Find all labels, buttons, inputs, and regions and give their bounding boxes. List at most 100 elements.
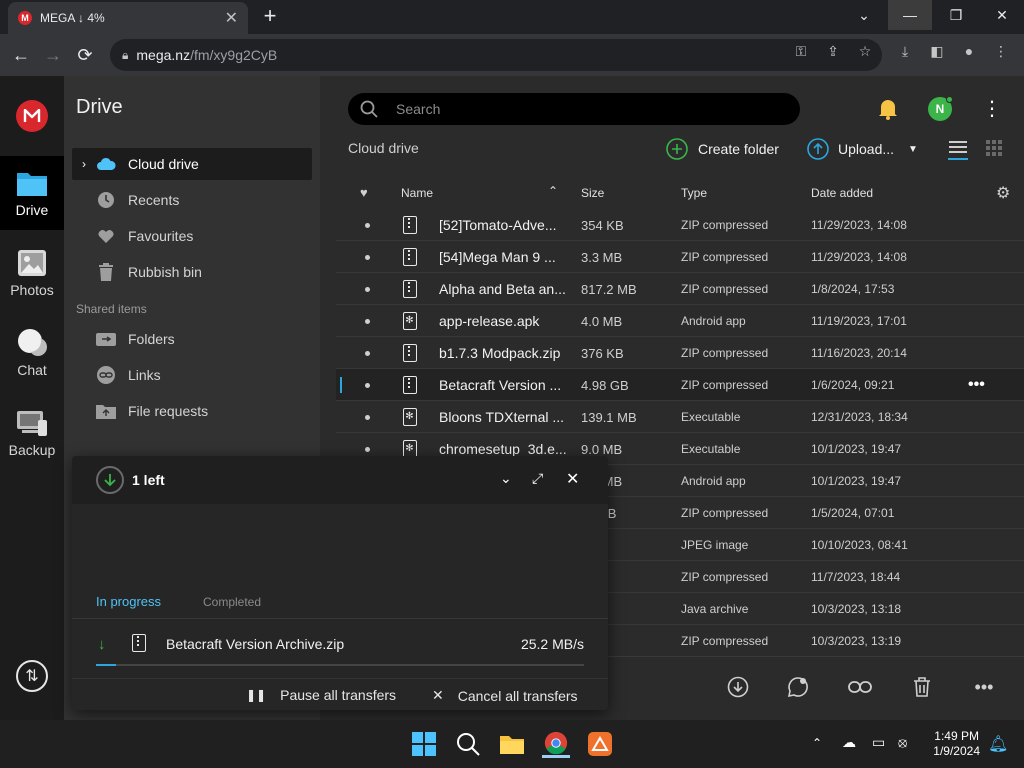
nav-item-label: Favourites [128, 228, 194, 244]
upload-label: Upload... [838, 141, 895, 157]
row-more-icon[interactable]: ••• [968, 369, 985, 401]
tab-in-progress[interactable]: In progress [96, 594, 161, 609]
row-dot-indicator[interactable] [365, 401, 370, 433]
nav-item-shared-folders[interactable]: Folders [72, 323, 312, 355]
table-row[interactable]: app-release.apk 4.0 MB Android app 11/19/20… [336, 305, 1024, 337]
row-dot-indicator[interactable] [365, 273, 370, 305]
table-row[interactable]: Betacraft Version ... 4.98 GB ZIP compress… [336, 369, 1024, 401]
show-hidden-icons-chevron-icon[interactable]: ⌃ [812, 736, 822, 750]
chrome-icon[interactable] [542, 730, 570, 758]
nav-item-favourites[interactable]: Favourites [72, 220, 312, 252]
share-chat-icon[interactable] [786, 675, 810, 699]
row-dot-indicator[interactable] [365, 305, 370, 337]
back-arrow-icon[interactable]: ← [8, 42, 34, 68]
chevron-down-icon[interactable]: ▼ [908, 144, 918, 155]
nav-item-rubbish-bin[interactable]: Rubbish bin [72, 256, 312, 288]
nav-item-file-requests[interactable]: File requests [72, 395, 312, 427]
browser-tab[interactable]: M MEGA ↓ 4% ✕ [8, 2, 248, 34]
open-transfers-icon[interactable]: ⤢ [532, 470, 543, 487]
address-bar[interactable]: 🔒︎ mega.nz/fm/xy9g2CyB [110, 39, 882, 71]
display-icon[interactable]: ▭ [872, 734, 885, 751]
profile-icon[interactable]: ● [960, 42, 978, 60]
reload-icon[interactable]: ⟳ [72, 42, 98, 68]
cloud-off-icon[interactable]: ☁ [842, 734, 856, 751]
download-icon[interactable]: ⤓ [896, 42, 914, 60]
bookmark-star-icon[interactable]: ☆ [856, 42, 874, 60]
system-clock[interactable]: 1:49 PM 1/9/2024 [933, 729, 980, 759]
transfers-status-icon[interactable]: ⇅ [16, 660, 48, 692]
pause-icon: ❚❚ [246, 688, 267, 702]
share-icon[interactable]: ⇪ [824, 42, 842, 60]
grid-view-icon[interactable] [986, 140, 1002, 156]
rail-photos[interactable]: Photos [0, 236, 64, 310]
download-circle-icon[interactable] [726, 675, 750, 699]
get-link-icon[interactable] [848, 675, 872, 699]
rail-chat[interactable]: Chat [0, 316, 64, 390]
table-row[interactable]: b1.7.3 Modpack.zip 376 KB ZIP compressed 11… [336, 337, 1024, 369]
column-settings-gear-icon[interactable]: ⚙ [996, 183, 1010, 203]
row-dot-indicator[interactable] [365, 209, 370, 241]
nav-item-links[interactable]: Links [72, 359, 312, 391]
rail-backup[interactable]: Backup [0, 396, 64, 470]
chevron-right-icon[interactable]: › [82, 157, 86, 171]
nav-item-cloud-drive[interactable]: › Cloud drive [72, 148, 312, 180]
upload-button[interactable]: Upload... ▼ [807, 136, 918, 162]
shared-folder-icon [96, 329, 116, 349]
more-menu-icon[interactable]: ⋮ [982, 98, 1002, 120]
row-dot-indicator[interactable] [365, 241, 370, 273]
file-type: ZIP compressed [681, 506, 769, 520]
cancel-all-transfers-button[interactable]: ✕ Cancel all transfers [432, 687, 578, 704]
tab-search-icon[interactable]: ⌄ [842, 0, 886, 30]
file-explorer-icon[interactable] [498, 730, 526, 758]
list-view-icon[interactable] [948, 140, 968, 160]
app-orange-icon[interactable] [586, 730, 614, 758]
search-input[interactable]: Search [348, 93, 800, 125]
column-header-name[interactable]: Name [401, 186, 433, 200]
new-tab-icon[interactable]: + [258, 4, 282, 28]
column-header-type[interactable]: Type [681, 186, 707, 200]
table-row[interactable]: Bloons TDXternal ... 139.1 MB Executable 12… [336, 401, 1024, 433]
close-tab-icon[interactable]: ✕ [225, 8, 238, 28]
network-icon[interactable]: ⦻ [898, 734, 907, 751]
file-date: 11/7/2023, 18:44 [811, 570, 901, 584]
taskbar-search-icon[interactable] [454, 730, 482, 758]
file-type: ZIP compressed [681, 378, 769, 392]
create-folder-button[interactable]: Create folder [666, 136, 779, 162]
nav-item-recents[interactable]: Recents [72, 184, 312, 216]
column-header-size[interactable]: Size [581, 186, 604, 200]
close-panel-icon[interactable]: ✕ [566, 469, 579, 489]
breadcrumb[interactable]: Cloud drive [348, 140, 419, 156]
minimize-icon[interactable]: — [888, 0, 932, 30]
column-header-date[interactable]: Date added [811, 186, 873, 200]
browser-menu-icon[interactable]: ⋮ [992, 42, 1010, 60]
transfer-progress-fill [96, 664, 116, 666]
collapse-chevron-icon[interactable]: ⌄ [500, 470, 512, 487]
row-dot-indicator[interactable] [365, 369, 370, 401]
delete-trash-icon[interactable] [910, 675, 934, 699]
start-windows-icon[interactable] [410, 730, 438, 758]
nav-item-label: Rubbish bin [128, 264, 202, 280]
pause-all-transfers-button[interactable]: ❚❚ Pause all transfers [246, 687, 396, 703]
notification-bell-icon[interactable] [878, 98, 898, 120]
mega-logo-icon[interactable] [16, 100, 48, 132]
table-row[interactable]: [54]Mega Man 9 ... 3.3 MB ZIP compressed 11… [336, 241, 1024, 273]
sort-ascending-icon[interactable]: ⌃ [548, 184, 558, 198]
close-window-icon[interactable]: ✕ [980, 0, 1024, 30]
forward-arrow-icon[interactable]: → [40, 42, 66, 68]
file-date: 12/31/2023, 18:34 [811, 410, 908, 424]
tab-completed[interactable]: Completed [203, 595, 261, 609]
notification-bell-taskbar-icon[interactable]: 🔔︎ [988, 734, 1008, 754]
table-row[interactable]: Alpha and Beta an... 817.2 MB ZIP compress… [336, 273, 1024, 305]
chat-icon [18, 329, 47, 356]
rail-drive[interactable]: Drive [0, 156, 64, 230]
file-name: app-release.apk [439, 313, 540, 329]
side-panel-icon[interactable]: ◧ [928, 42, 946, 60]
zip-file-icon [403, 209, 417, 241]
more-actions-icon[interactable]: ••• [972, 675, 996, 699]
key-icon[interactable]: ⚿ [792, 42, 810, 60]
favourite-column-heart-icon[interactable]: ♥ [360, 185, 368, 200]
restore-icon[interactable]: ❐ [934, 0, 978, 30]
search-placeholder: Search [396, 101, 441, 117]
table-row[interactable]: [52]Tomato-Adve... 354 KB ZIP compressed 11… [336, 209, 1024, 241]
row-dot-indicator[interactable] [365, 337, 370, 369]
